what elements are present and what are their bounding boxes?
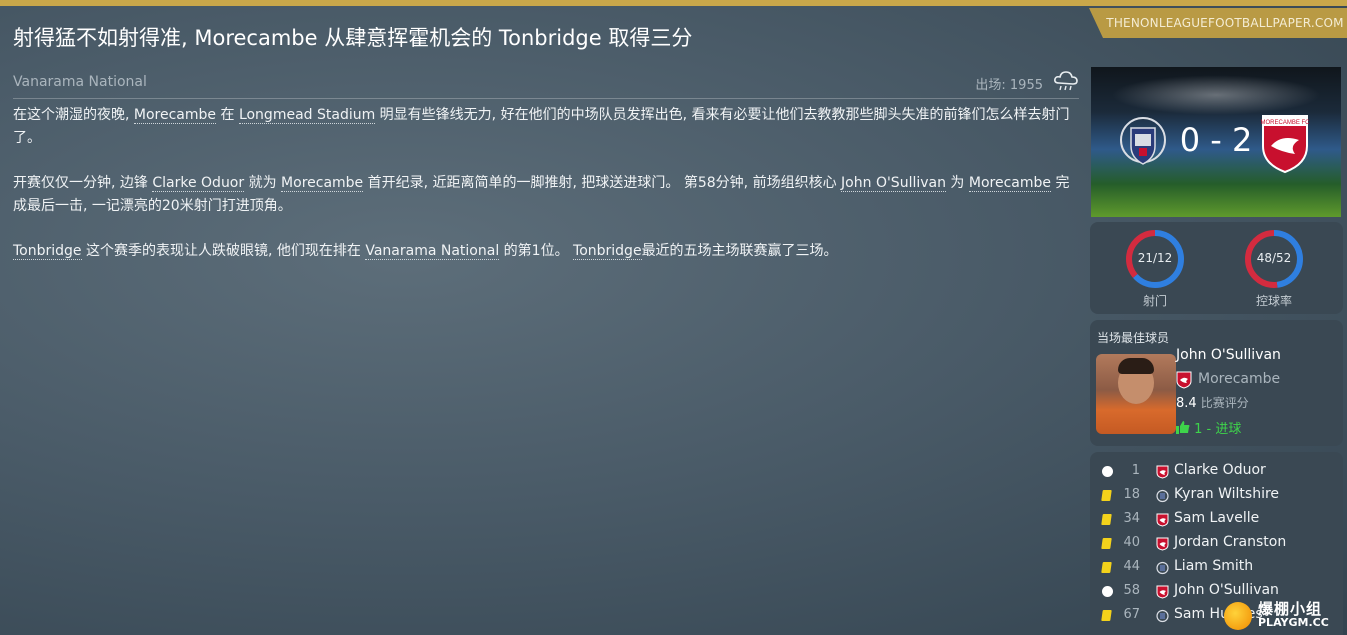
goals-text: 1 - 进球 (1194, 422, 1242, 437)
scoreline: 0 - 2 (1179, 121, 1253, 159)
morecambe-badge-icon (1156, 465, 1169, 479)
yellow-card-icon (1101, 538, 1112, 549)
attendance-label: 出场: 1955 (975, 78, 1043, 93)
entity-link[interactable]: Morecambe (133, 107, 217, 124)
player-of-match-panel: 当场最佳球员 John O'Sullivan Morecambe 8.4 比赛评分… (1090, 320, 1343, 446)
crest-text: MORECAMBE FC (1260, 120, 1310, 126)
page-title: 射得猛不如射得准, Morecambe 从肆意挥霍机会的 Tonbridge 取… (13, 26, 693, 50)
event-minute: 40 (1123, 535, 1140, 550)
motm-player-name[interactable]: John O'Sullivan (1176, 347, 1281, 363)
event-row[interactable]: 44 Liam Smith (1090, 556, 1343, 580)
morecambe-badge-icon (1176, 371, 1192, 389)
entity-link[interactable]: Clarke Oduor (152, 175, 245, 192)
brand-tab[interactable]: THENONLEAGUEFOOTBALLPAPER.COM (1089, 8, 1347, 38)
entity-link[interactable]: Vanarama National (365, 243, 500, 260)
rating-label: 比赛评分 (1200, 396, 1249, 410)
event-minute: 44 (1123, 559, 1140, 574)
event-player-name[interactable]: Jordan Cranston (1174, 534, 1286, 550)
rain-cloud-icon (1054, 71, 1078, 91)
yellow-card-icon (1101, 610, 1112, 621)
thumbs-up-icon (1176, 421, 1190, 434)
rating-value: 8.4 (1176, 396, 1197, 411)
motm-team-name[interactable]: Morecambe (1198, 371, 1280, 387)
yellow-card-icon (1101, 514, 1112, 525)
event-row[interactable]: 34 Sam Lavelle (1090, 508, 1343, 532)
stadium-lights (1111, 75, 1321, 115)
football-icon (1102, 466, 1113, 477)
tonbridge-badge-icon (1156, 489, 1169, 503)
watermark: 爆棚小组 PLAYGM.CC (1218, 598, 1343, 632)
watermark-line2: PLAYGM.CC (1258, 616, 1329, 629)
event-player-name[interactable]: Kyran Wiltshire (1174, 486, 1279, 502)
player-photo[interactable] (1096, 354, 1176, 434)
entity-link[interactable]: Longmead Stadium (238, 107, 376, 124)
report-paragraph: 开赛仅仅一分钟, 边锋 Clarke Oduor 就为 Morecambe 首开… (13, 172, 1081, 218)
report-paragraph: 在这个潮湿的夜晚, Morecambe 在 Longmead Stadium 明… (13, 104, 1081, 150)
entity-link[interactable]: Tonbridge (13, 243, 82, 260)
entity-link[interactable]: Morecambe (281, 175, 364, 192)
tonbridge-badge-icon (1156, 609, 1169, 623)
morecambe-badge-icon (1156, 537, 1169, 551)
event-row[interactable]: 40 Jordan Cranston (1090, 532, 1343, 556)
motm-title: 当场最佳球员 (1097, 331, 1170, 345)
competition-label[interactable]: Vanarama National (13, 74, 147, 90)
report-text: 开赛仅仅一分钟, 边锋 (13, 175, 153, 191)
match-info-row: Vanarama National 出场: 1955 (13, 68, 1079, 99)
match-stats-panel: 21/12 射门 48/52 控球率 (1090, 222, 1343, 314)
report-paragraph: Tonbridge 这个赛季的表现让人跌破眼镜, 他们现在排在 Vanarama… (13, 240, 1081, 263)
score-card: 0 - 2 MORECAMBE FC (1091, 67, 1341, 217)
report-text: 在这个潮湿的夜晚, (13, 107, 134, 123)
yellow-card-icon (1101, 562, 1112, 573)
possession-label: 控球率 (1255, 294, 1292, 308)
entity-link[interactable]: John O'Sullivan (841, 175, 946, 192)
event-row[interactable]: 1 Clarke Oduor (1090, 460, 1343, 484)
tonbridge-crest-icon[interactable] (1117, 112, 1169, 174)
entity-link[interactable]: Tonbridge (573, 243, 642, 260)
motm-rating: 8.4 比赛评分 (1176, 394, 1249, 411)
shots-value: 21/12 (1137, 251, 1173, 265)
shots-ring[interactable]: 21/12 (1125, 229, 1185, 289)
event-minute: 18 (1123, 487, 1140, 502)
event-minute: 1 (1131, 463, 1140, 478)
report-text: 为 (945, 175, 969, 191)
event-minute: 34 (1123, 511, 1140, 526)
shots-label: 射门 (1142, 294, 1167, 308)
report-text: 的第1位。 (499, 243, 574, 259)
morecambe-badge-icon (1156, 585, 1169, 599)
yellow-card-icon (1101, 490, 1112, 501)
event-minute: 58 (1123, 583, 1140, 598)
event-player-name[interactable]: John O'Sullivan (1174, 582, 1279, 598)
report-text: 在 (216, 107, 239, 123)
event-player-name[interactable]: Liam Smith (1174, 558, 1253, 574)
watermark-logo-icon (1224, 602, 1252, 630)
match-report: 在这个潮湿的夜晚, Morecambe 在 Longmead Stadium 明… (13, 104, 1081, 285)
report-text: 首开纪录, 近距离简单的一脚推射, 把球送进球门。 第58分钟, 前场组织核心 (363, 175, 842, 191)
report-text: 最近的五场主场联赛赢了三场。 (641, 243, 838, 259)
possession-ring[interactable]: 48/52 (1244, 229, 1304, 289)
event-player-name[interactable]: Sam Lavelle (1174, 510, 1259, 526)
morecambe-badge-icon (1156, 513, 1169, 527)
possession-value: 48/52 (1256, 251, 1292, 265)
report-text: 这个赛季的表现让人跌破眼镜, 他们现在排在 (81, 243, 366, 259)
event-row[interactable]: 18 Kyran Wiltshire (1090, 484, 1343, 508)
tonbridge-badge-icon (1156, 561, 1169, 575)
football-icon (1102, 586, 1113, 597)
brand-label: THENONLEAGUEFOOTBALLPAPER.COM (1106, 16, 1344, 30)
event-player-name[interactable]: Clarke Oduor (1174, 462, 1266, 478)
event-minute: 67 (1123, 607, 1140, 622)
entity-link[interactable]: Morecambe (968, 175, 1052, 192)
top-accent-bar (0, 0, 1347, 6)
report-text: 就为 (244, 175, 282, 191)
morecambe-crest-icon[interactable]: MORECAMBE FC (1259, 112, 1311, 174)
motm-goals: 1 - 进球 (1176, 418, 1241, 437)
